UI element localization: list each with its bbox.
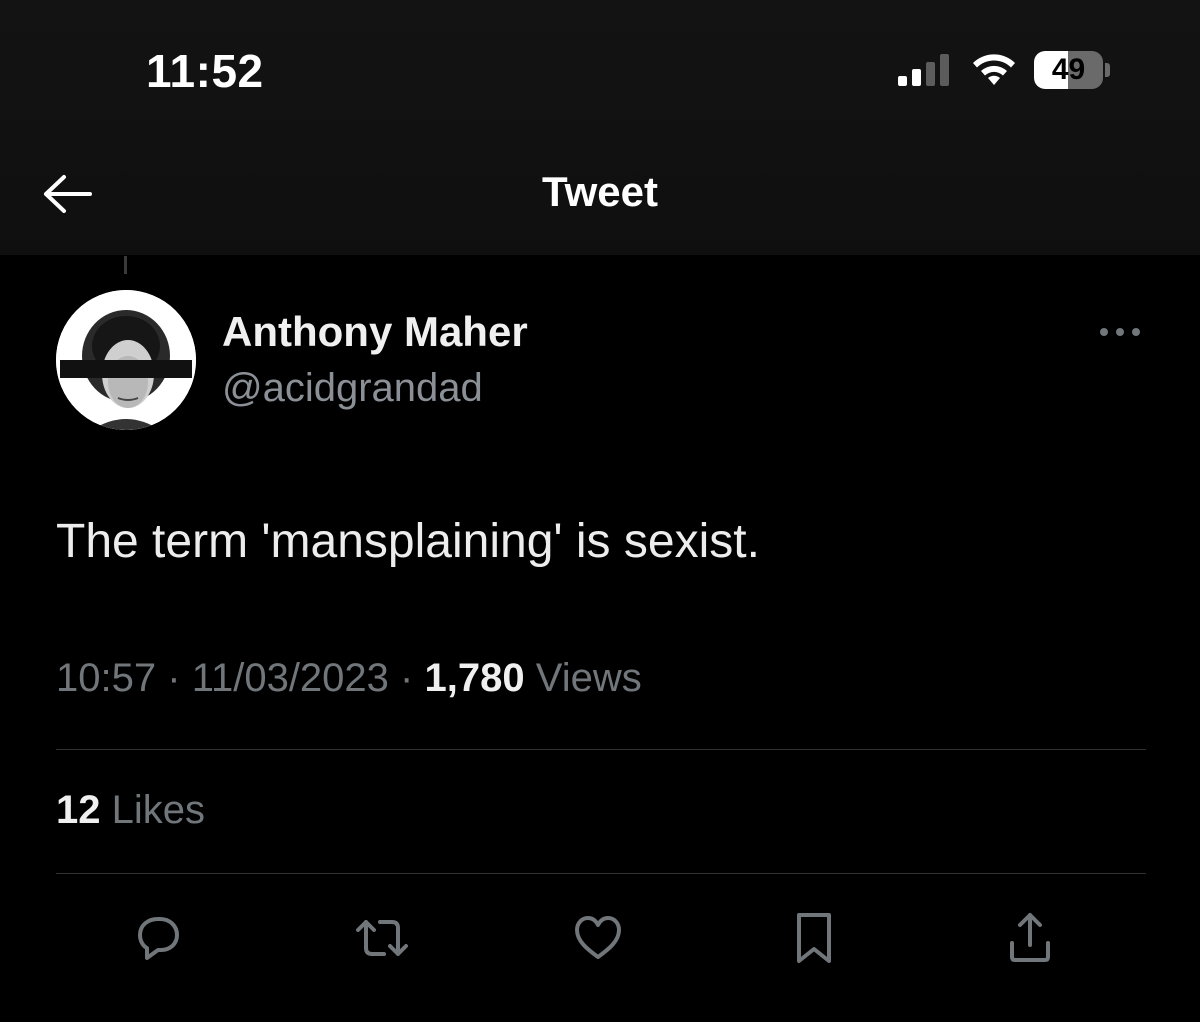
reply-button[interactable] [128,908,188,968]
author-handle[interactable]: @acidgrandad [222,366,483,411]
tweet-date: 11/03/2023 [191,656,389,700]
heart-icon [575,916,621,959]
battery-body: 49 [1034,51,1104,89]
retweet-icon [356,920,408,956]
likes-count: 12 [56,788,101,832]
tweet-time: 10:57 [56,656,157,700]
battery-indicator: 49 [1034,50,1110,90]
tweet-detail-screen: 11:52 49 Tweet Anthony Maher @acidgranda… [0,0,1200,1022]
views-label: Views [535,656,642,700]
meta-separator: · [167,656,181,700]
bookmark-icon [797,913,831,963]
more-options-button[interactable] [1096,318,1144,346]
status-indicators: 49 [896,50,1110,90]
wifi-icon [973,54,1015,85]
author-name[interactable]: Anthony Maher [222,308,528,356]
share-icon [1010,913,1050,962]
thread-connector [124,256,127,274]
page-title: Tweet [542,168,658,215]
more-options-icon [1100,328,1140,336]
share-button[interactable] [1000,908,1060,968]
battery-cap [1105,63,1110,77]
likes-label: Likes [111,788,206,832]
battery-level: 49 [1051,53,1086,86]
status-time: 11:52 [146,45,264,97]
divider [56,873,1146,874]
tweet-meta: 10:57 · 11/03/2023 · 1,780 Views [56,656,642,701]
signal-bars-icon [898,54,949,86]
like-button[interactable] [568,908,628,968]
reply-icon [138,917,179,960]
views-count[interactable]: 1,780 [425,656,525,700]
bookmark-button[interactable] [784,908,844,968]
retweet-button[interactable] [352,908,412,968]
divider [56,749,1146,750]
tweet-text: The term 'mansplaining' is sexist. [56,515,760,568]
likes-stat[interactable]: 12 Likes [56,788,205,833]
avatar-image [56,290,196,430]
meta-separator: · [400,656,414,700]
action-bar [0,908,1200,972]
avatar[interactable] [56,290,196,430]
header-area: 11:52 49 Tweet [0,0,1200,255]
